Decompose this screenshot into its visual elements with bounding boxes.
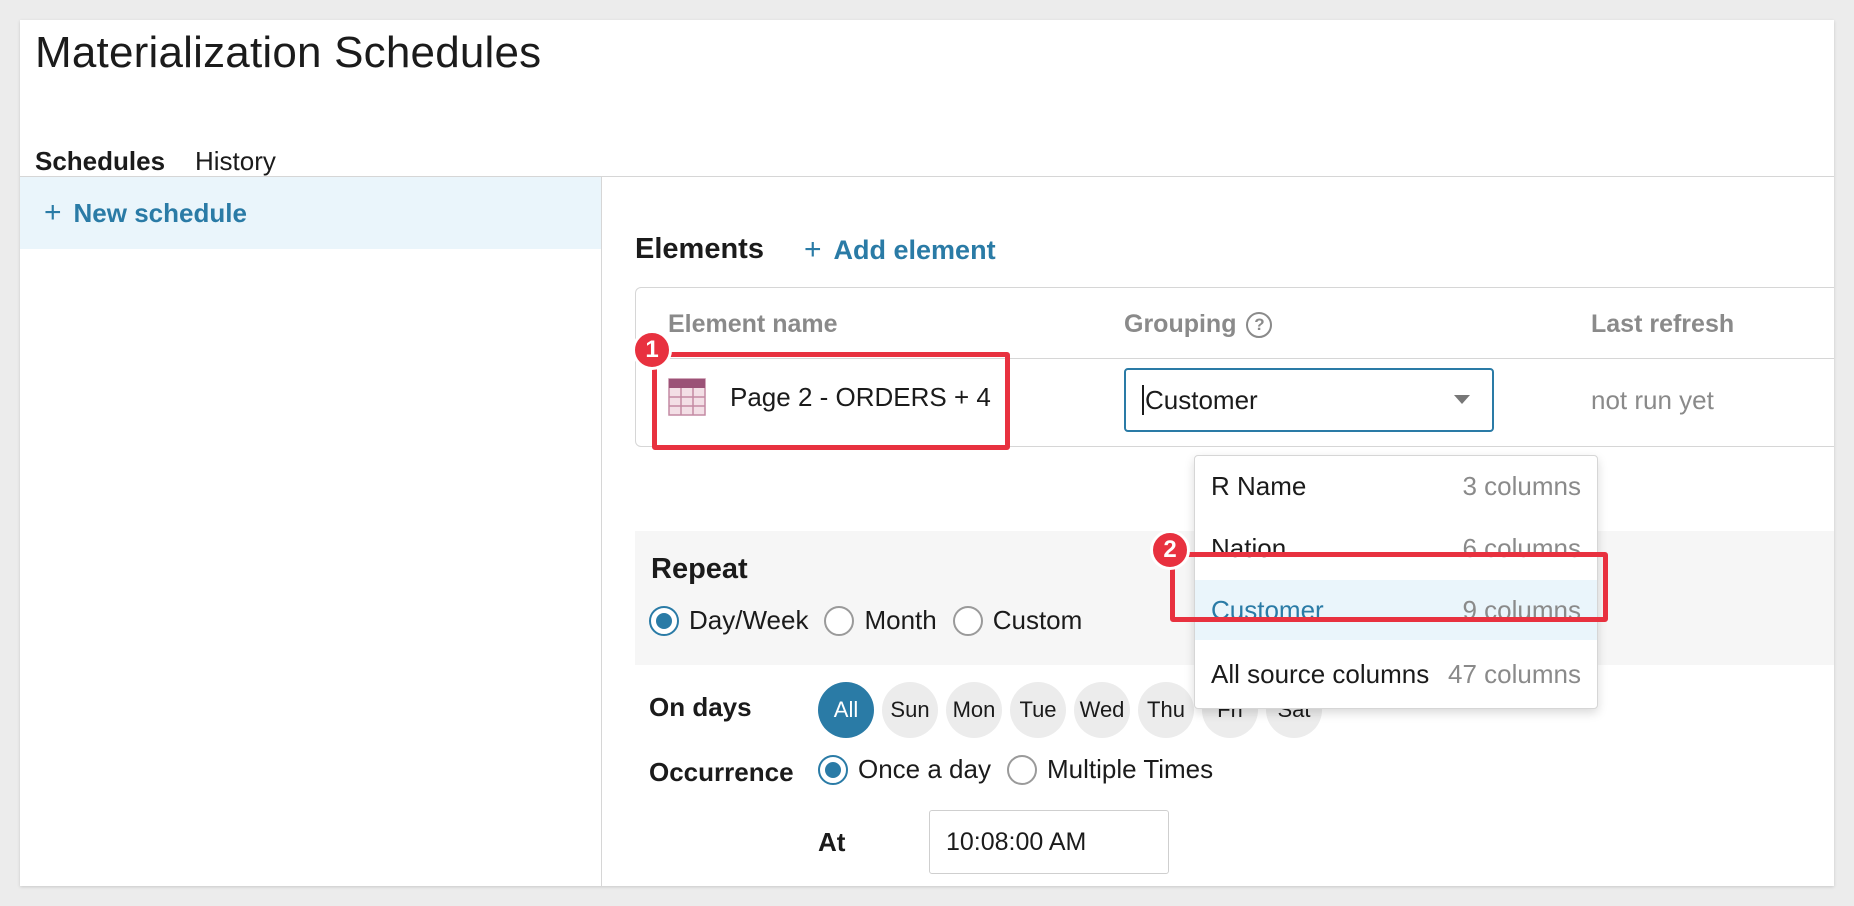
- occurrence-option-label: Once a day: [858, 754, 991, 784]
- elements-heading: Elements: [635, 233, 764, 265]
- column-header-element-name: Element name: [668, 310, 838, 338]
- repeat-option-label: Day/Week: [689, 605, 809, 635]
- radio-selected-icon: [649, 605, 679, 636]
- repeat-option-day-week[interactable]: Day/Week: [649, 605, 808, 636]
- day-tue[interactable]: Tue: [1010, 682, 1066, 738]
- repeat-option-label: Custom: [992, 605, 1083, 635]
- repeat-option-custom[interactable]: Custom: [952, 605, 1083, 636]
- day-wed[interactable]: Wed: [1074, 682, 1130, 738]
- repeat-option-label: Month: [864, 605, 937, 635]
- option-label: Nation: [1211, 532, 1287, 563]
- day-all[interactable]: All: [818, 682, 874, 738]
- page-title: Materialization Schedules: [35, 28, 542, 77]
- day-sun[interactable]: Sun: [882, 682, 938, 738]
- grouping-header-label: Grouping: [1124, 310, 1237, 338]
- time-input[interactable]: [929, 810, 1169, 874]
- new-schedule-label: New schedule: [73, 197, 247, 228]
- add-element-label: Add element: [833, 235, 996, 265]
- add-element-button[interactable]: + Add element: [804, 235, 996, 266]
- header-divider: [636, 358, 1834, 359]
- column-header-grouping: Grouping?: [1124, 310, 1273, 339]
- radio-icon: [952, 605, 983, 636]
- plus-icon: +: [804, 233, 822, 266]
- chevron-down-icon: [1454, 395, 1470, 404]
- dropdown-option-r-name[interactable]: R Name 3 columns: [1195, 456, 1597, 516]
- dropdown-option-all-source-columns[interactable]: All source columns 47 columns: [1195, 644, 1597, 704]
- elements-table: Element name Grouping? Last refresh Page…: [635, 287, 1834, 447]
- new-schedule-button[interactable]: + New schedule: [20, 177, 601, 249]
- radio-selected-icon: [818, 754, 848, 785]
- help-icon[interactable]: ?: [1246, 312, 1273, 338]
- grouping-dropdown: R Name 3 columns Nation 6 columns Custom…: [1194, 455, 1598, 709]
- element-name-text: Page 2 - ORDERS + 4: [730, 381, 991, 412]
- repeat-options: Day/Week Month Custom: [649, 605, 1098, 636]
- grouping-select-value: Customer: [1145, 384, 1258, 415]
- column-header-last-refresh: Last refresh: [1591, 310, 1735, 338]
- text-cursor: [1142, 385, 1144, 415]
- option-column-count: 9 columns: [1462, 594, 1582, 625]
- plus-icon: +: [44, 196, 62, 229]
- on-days-label: On days: [649, 692, 752, 722]
- element-row-name[interactable]: Page 2 - ORDERS + 4: [668, 378, 991, 416]
- occurrence-options: Once a day Multiple Times: [818, 754, 1229, 785]
- grouping-select[interactable]: Customer: [1124, 368, 1494, 432]
- radio-icon: [1006, 754, 1037, 785]
- annotation-badge-2: 2: [1150, 530, 1190, 570]
- annotation-badge-1: 1: [632, 330, 672, 370]
- option-label: Customer: [1211, 594, 1324, 625]
- repeat-option-month[interactable]: Month: [824, 605, 937, 636]
- repeat-title: Repeat: [651, 553, 748, 585]
- radio-icon: [824, 605, 855, 636]
- option-column-count: 3 columns: [1462, 470, 1582, 501]
- option-column-count: 47 columns: [1448, 658, 1581, 689]
- occurrence-label: Occurrence: [649, 757, 794, 787]
- option-column-count: 6 columns: [1462, 532, 1582, 563]
- dropdown-option-nation[interactable]: Nation 6 columns: [1195, 518, 1597, 578]
- occurrence-option-label: Multiple Times: [1046, 754, 1214, 784]
- schedules-panel: Materialization Schedules Schedules Hist…: [20, 20, 1834, 886]
- table-icon: [668, 378, 706, 416]
- at-label: At: [818, 827, 846, 857]
- occurrence-once-a-day[interactable]: Once a day: [818, 754, 991, 785]
- last-refresh-value: not run yet: [1591, 385, 1714, 415]
- option-label: R Name: [1211, 470, 1307, 501]
- day-thu[interactable]: Thu: [1138, 682, 1194, 738]
- option-label: All source columns: [1211, 658, 1430, 689]
- occurrence-multiple-times[interactable]: Multiple Times: [1006, 754, 1214, 785]
- day-mon[interactable]: Mon: [946, 682, 1002, 738]
- schedule-sidebar: + New schedule: [20, 177, 602, 886]
- dropdown-option-customer[interactable]: Customer 9 columns: [1195, 580, 1597, 640]
